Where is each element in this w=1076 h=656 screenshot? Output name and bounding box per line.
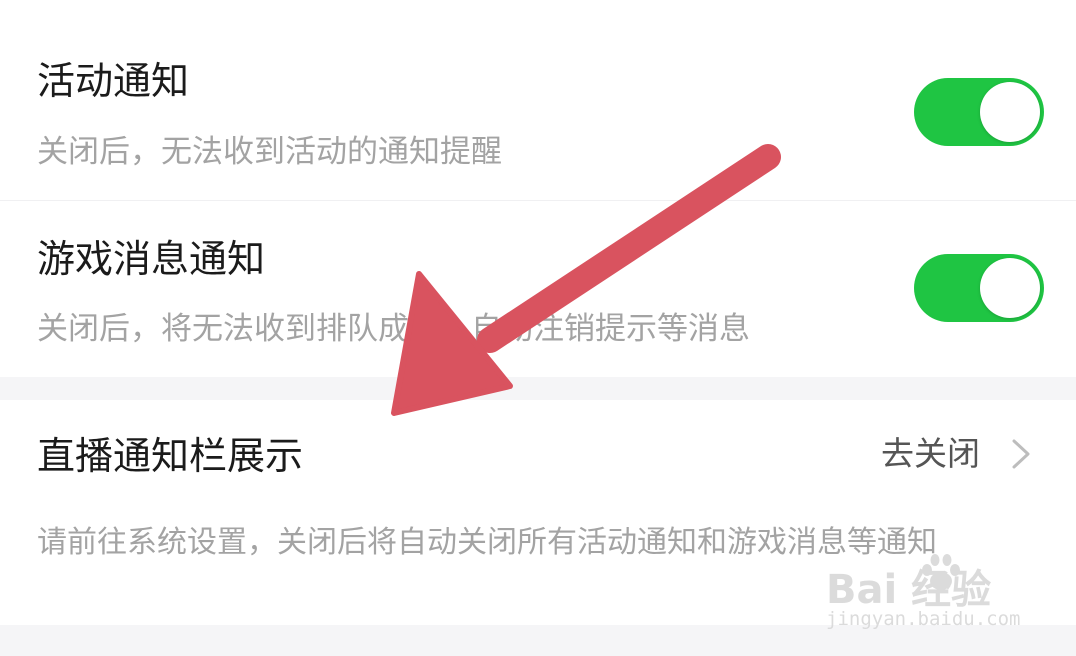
- baidu-jingyan-watermark: Bai 经验 jingyan.baidu.com: [826, 545, 1046, 635]
- activity-notification-description: 关闭后，无法收到活动的通知提醒: [37, 134, 502, 170]
- go-close-label: 去关闭: [881, 434, 980, 473]
- chevron-right-icon: [1012, 439, 1030, 468]
- live-notification-bar-title: 直播通知栏展示: [37, 434, 304, 478]
- watermark-logo-text: Bai 经验: [826, 567, 992, 613]
- toggle-knob: [980, 258, 1040, 318]
- watermark-url: jingyan.baidu.com: [826, 608, 1021, 630]
- activity-notification-row: 活动通知 关闭后，无法收到活动的通知提醒: [0, 0, 1076, 200]
- notification-settings-group: 活动通知 关闭后，无法收到活动的通知提醒 游戏消息通知 关闭后，将无法收到排队成…: [0, 0, 1076, 377]
- game-message-notification-description: 关闭后，将无法收到排队成功、自动注销提示等消息: [37, 311, 750, 347]
- game-message-notification-title: 游戏消息通知: [37, 237, 266, 281]
- go-close-button[interactable]: 去关闭: [881, 437, 1034, 470]
- game-message-notification-toggle[interactable]: [914, 254, 1044, 322]
- toggle-knob: [980, 82, 1040, 142]
- baidu-paw-icon: [922, 554, 960, 590]
- activity-notification-title: 活动通知: [37, 59, 190, 103]
- activity-notification-toggle[interactable]: [914, 78, 1044, 146]
- game-message-notification-row: 游戏消息通知 关闭后，将无法收到排队成功、自动注销提示等消息: [0, 201, 1076, 377]
